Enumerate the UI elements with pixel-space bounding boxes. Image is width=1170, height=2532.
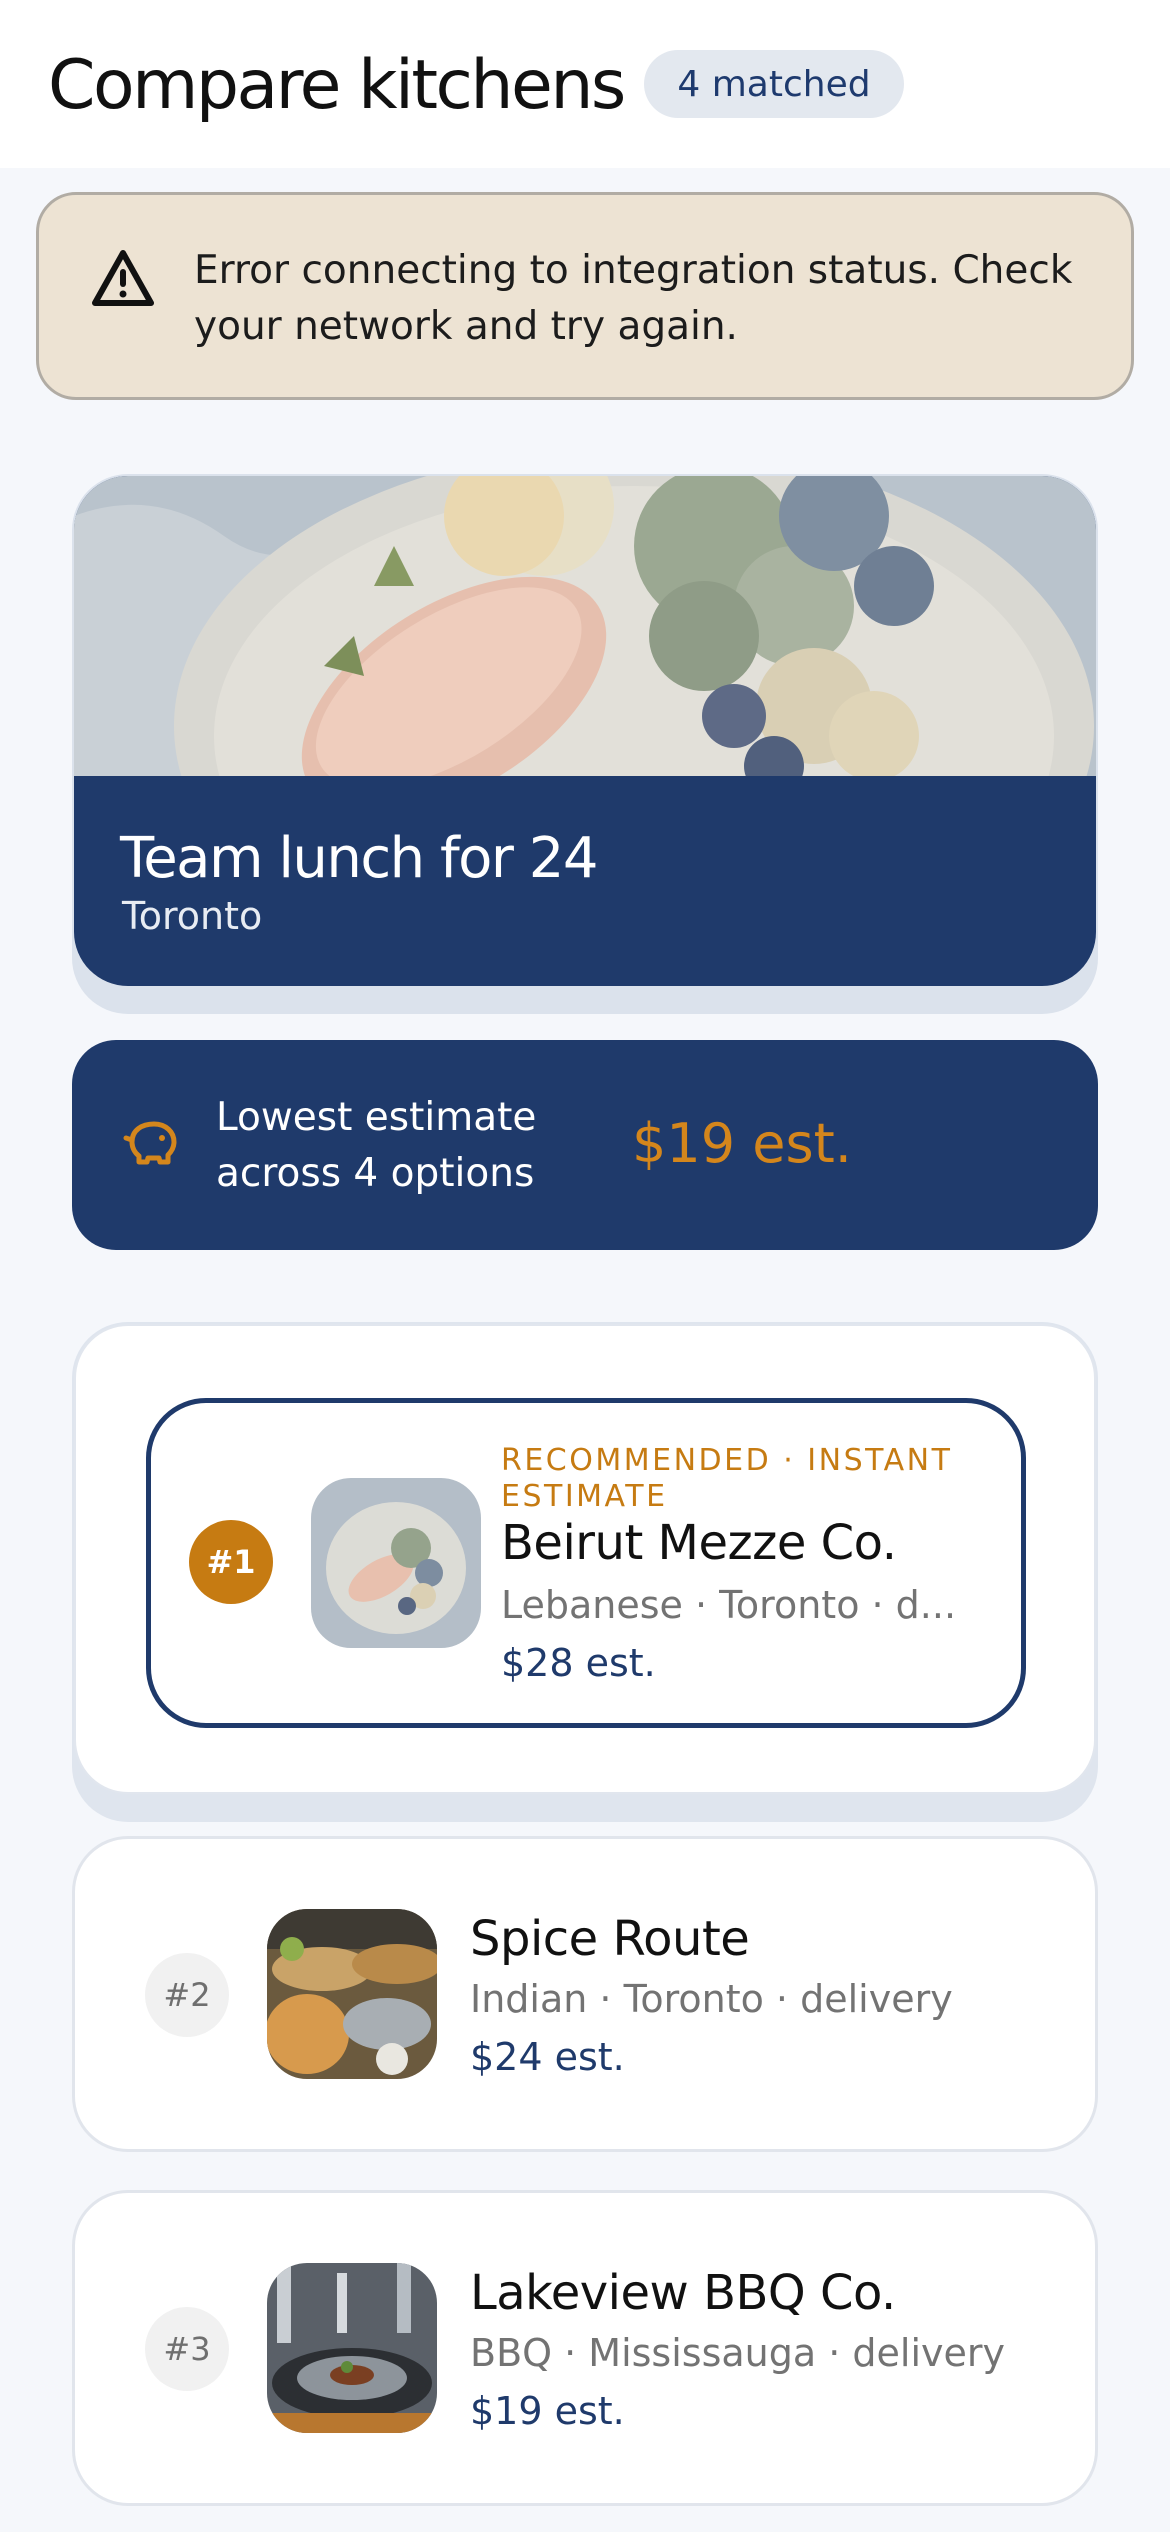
kitchen-name: Lakeview BBQ Co. (470, 2265, 896, 2321)
kitchen-thumbnail (267, 2263, 437, 2433)
kitchen-name: Spice Route (470, 1911, 750, 1967)
event-hero-card: Team lunch for 24 Toronto (72, 474, 1098, 1014)
kitchen-card[interactable]: #3 Lakeview BBQ Co. BBQ · Mississauga · … (72, 2190, 1098, 2506)
kitchen-meta: Lebanese · Toronto · d... (501, 1583, 957, 1627)
piggy-bank-icon (123, 1121, 177, 1165)
page-title: Compare kitchens (48, 46, 626, 125)
rank-badge: #2 (145, 1953, 229, 2037)
kitchen-thumbnail (267, 1909, 437, 2079)
warning-triangle-icon (92, 250, 154, 306)
hero-food-image (74, 476, 1096, 776)
recommended-tag: RECOMMENDED · INSTANT ESTIMATE (501, 1443, 953, 1514)
error-banner: Error connecting to integration status. … (36, 192, 1134, 400)
error-message: Error connecting to integration status. … (194, 248, 1073, 349)
matched-count-badge: 4 matched (644, 50, 904, 118)
kitchen-meta: BBQ · Mississauga · delivery (470, 2331, 1005, 2375)
kitchen-card-recommended[interactable]: #1 RECOMMENDED · INSTANT ESTIMATE Beirut… (146, 1398, 1026, 1728)
estimate-label: Lowest estimate across 4 options (216, 1095, 537, 1196)
kitchen-meta: Indian · Toronto · delivery (470, 1977, 953, 2021)
recommended-section: #1 RECOMMENDED · INSTANT ESTIMATE Beirut… (72, 1322, 1098, 1822)
kitchen-price: $24 est. (470, 2035, 625, 2079)
estimate-value: $19 est. (632, 1112, 852, 1175)
event-title: Team lunch for 24 (120, 826, 599, 891)
kitchen-price: $19 est. (470, 2389, 625, 2433)
kitchen-thumbnail (311, 1478, 481, 1648)
kitchen-name: Beirut Mezze Co. (501, 1515, 897, 1571)
rank-badge: #1 (189, 1520, 273, 1604)
kitchen-price: $28 est. (501, 1641, 656, 1685)
lowest-estimate-summary: Lowest estimate across 4 options $19 est… (72, 1040, 1098, 1250)
rank-badge: #3 (145, 2307, 229, 2391)
kitchen-card[interactable]: #2 Spice Route Indian · Toronto · delive… (72, 1836, 1098, 2152)
app-header: Compare kitchens 4 matched (0, 0, 1170, 168)
event-location: Toronto (122, 894, 263, 938)
